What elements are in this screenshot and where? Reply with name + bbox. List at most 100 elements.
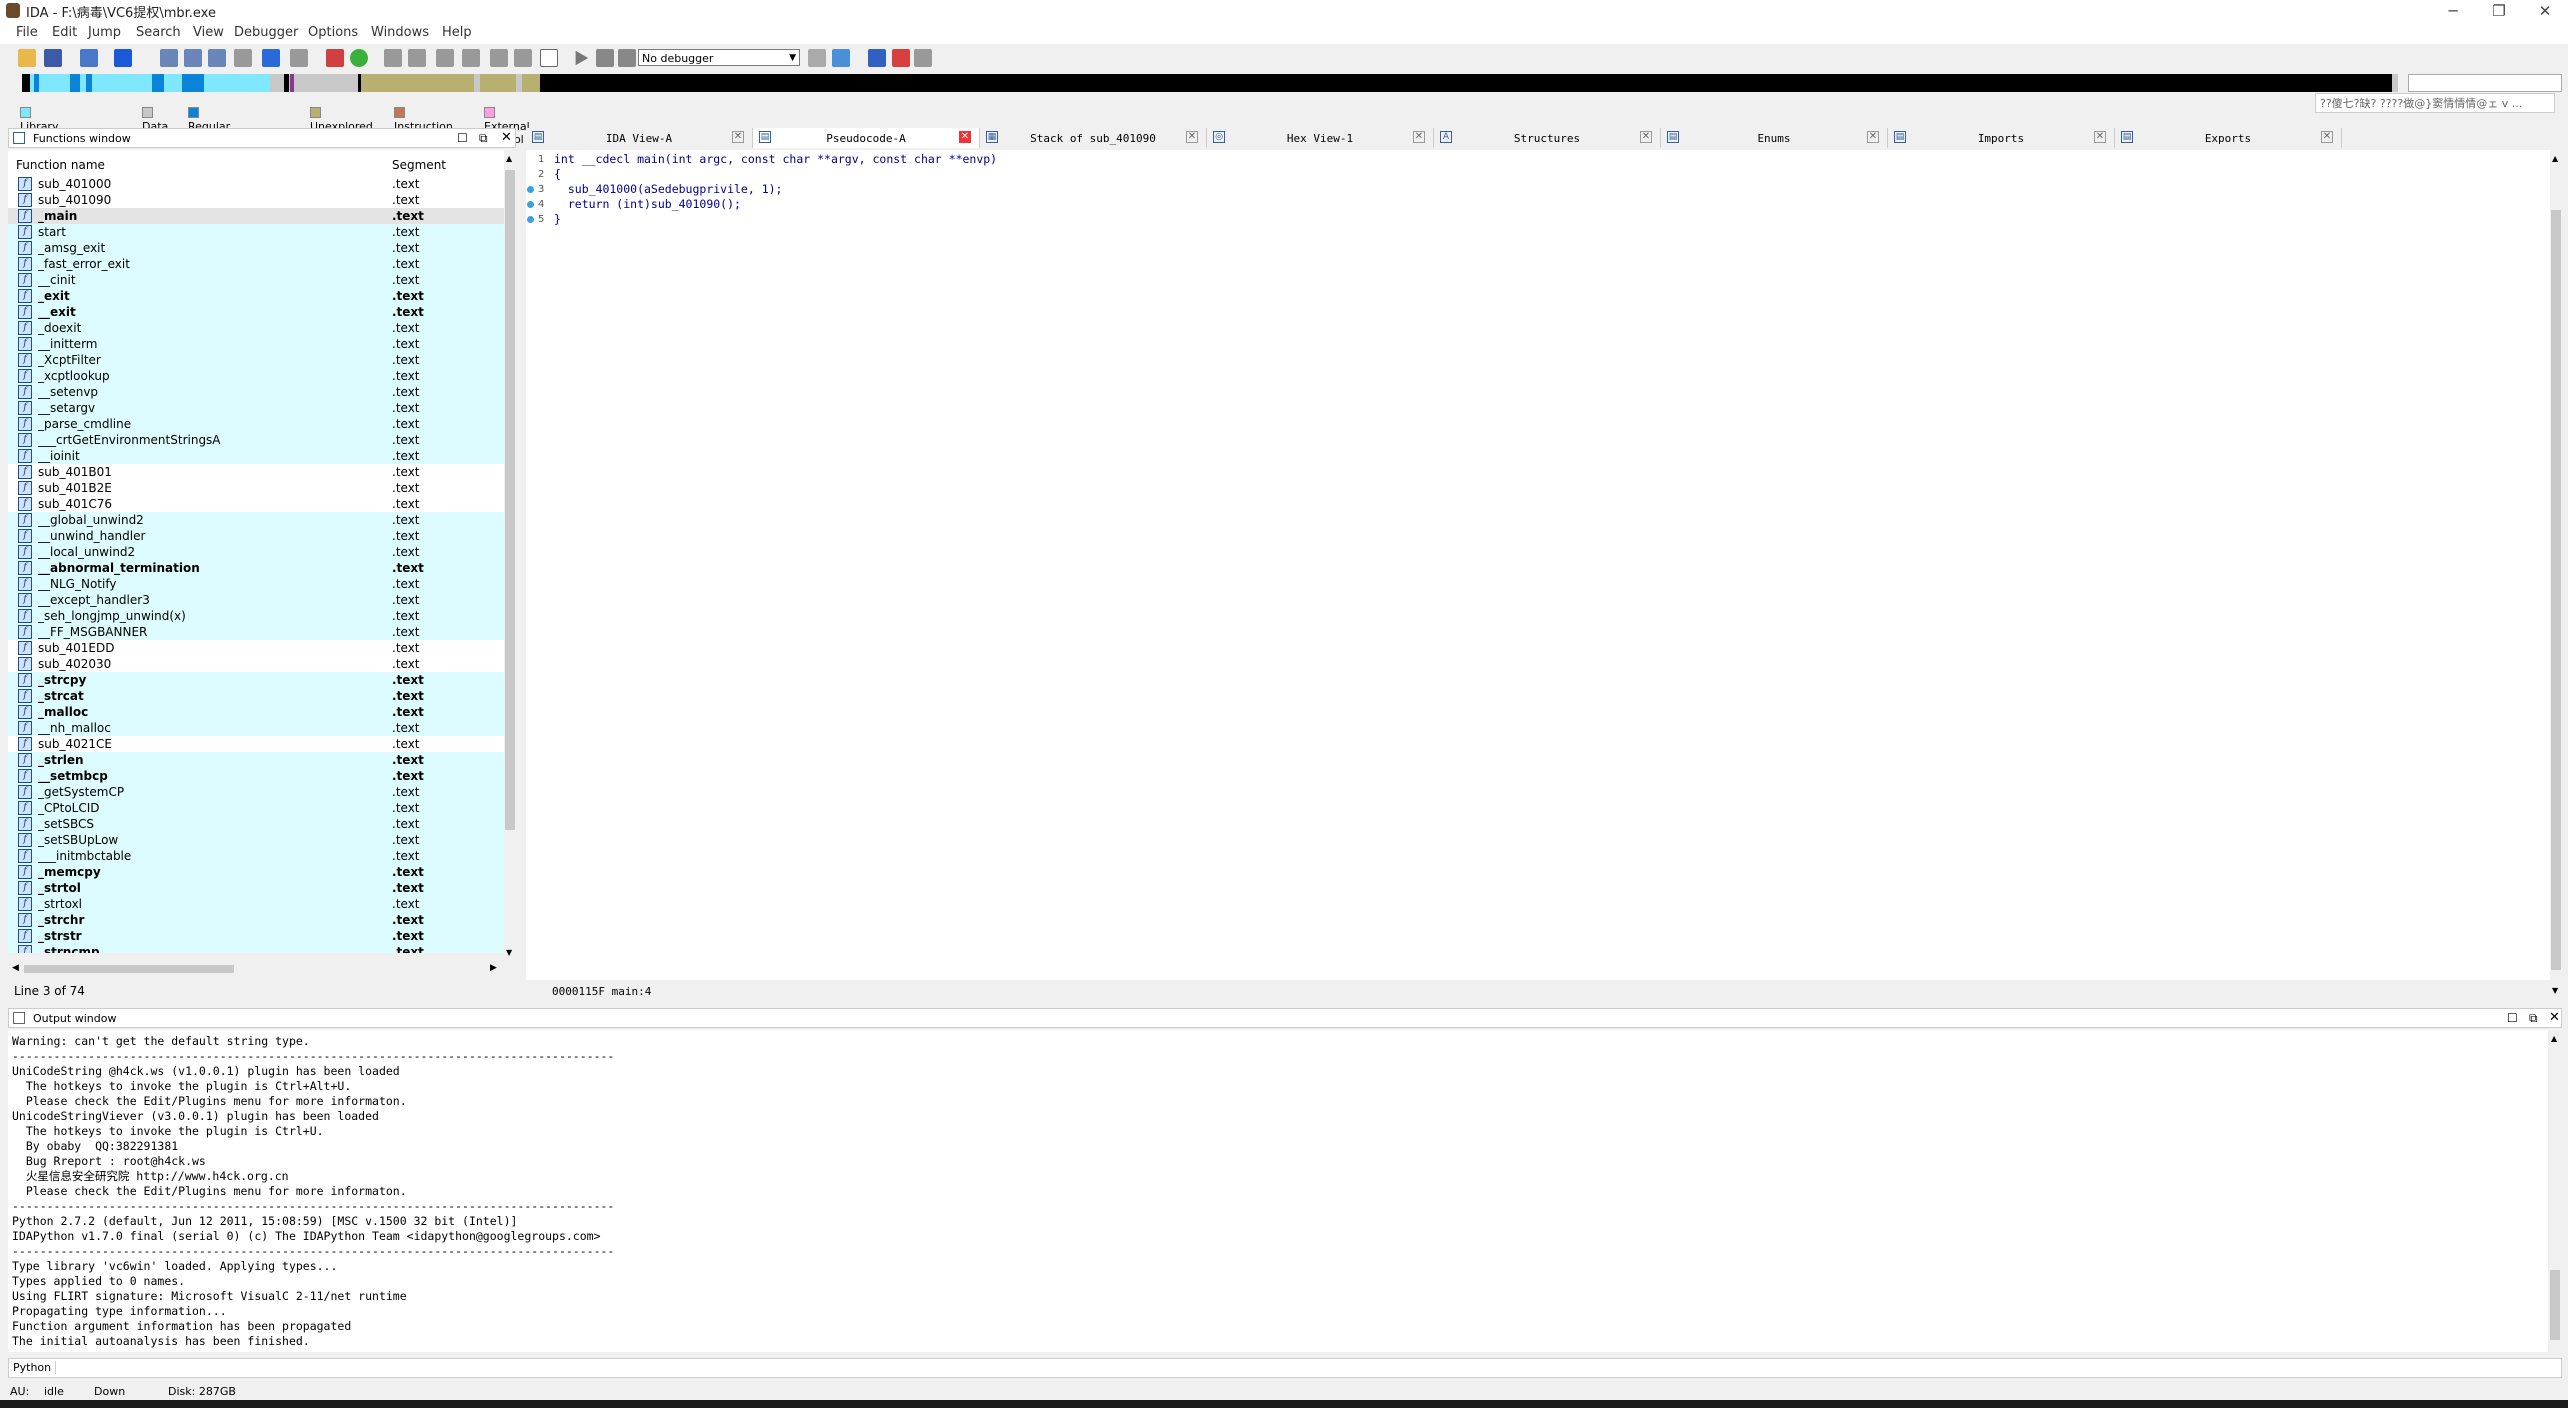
function-row[interactable]: f _strcpy .text xyxy=(8,672,504,688)
forward-icon[interactable] xyxy=(114,49,132,67)
scroll-up-icon[interactable]: ▲ xyxy=(506,154,512,163)
function-row[interactable]: f _exit .text xyxy=(8,288,504,304)
maximize-icon[interactable]: ☐ xyxy=(2507,1011,2518,1025)
function-row[interactable]: f __ioinit .text xyxy=(8,448,504,464)
scroll-left-icon[interactable]: ◀ xyxy=(12,963,19,973)
breakpoint-dot-icon[interactable] xyxy=(527,201,534,208)
scissors-icon[interactable] xyxy=(914,49,932,67)
function-row[interactable]: f _XcptFilter .text xyxy=(8,352,504,368)
function-row[interactable]: f _strtol .text xyxy=(8,880,504,896)
close-icon[interactable]: ✕ xyxy=(2549,1010,2560,1025)
float-icon[interactable]: ⧉ xyxy=(2529,1011,2538,1026)
data-icon[interactable] xyxy=(408,49,426,67)
refresh-icon[interactable] xyxy=(832,49,850,67)
tab-stack-of-sub-401090[interactable]: ▦ Stack of sub_401090 ✕ xyxy=(980,128,1207,148)
tab-close-icon[interactable]: ✕ xyxy=(1186,131,1198,143)
string-icon[interactable] xyxy=(436,49,454,67)
code-line[interactable]: } xyxy=(554,212,561,227)
code-line[interactable]: return (int)sub_401090(); xyxy=(554,197,741,212)
tab-close-icon[interactable]: ✕ xyxy=(1867,131,1879,143)
binary-search-icon[interactable] xyxy=(184,49,202,67)
list-icon[interactable] xyxy=(868,49,886,67)
function-row[interactable]: f _seh_longjmp_unwind(x) .text xyxy=(8,608,504,624)
function-row[interactable]: f _setSBCS .text xyxy=(8,816,504,832)
back-icon[interactable] xyxy=(80,49,98,67)
function-row[interactable]: f ___crtGetEnvironmentStringsA .text xyxy=(8,432,504,448)
search-next-icon[interactable] xyxy=(208,49,226,67)
menu-debugger[interactable]: Debugger xyxy=(234,25,298,40)
pseudocode-scrollbar[interactable]: ▲ ▼ xyxy=(2550,150,2562,1000)
scroll-up-icon[interactable]: ▲ xyxy=(2551,1034,2557,1043)
function-row[interactable]: f start .text xyxy=(8,224,504,240)
menu-edit[interactable]: Edit xyxy=(52,25,77,40)
menu-options[interactable]: Options xyxy=(308,25,358,40)
function-row[interactable]: f __unwind_handler .text xyxy=(8,528,504,544)
function-row[interactable]: f __FF_MSGBANNER .text xyxy=(8,624,504,640)
debugger-select[interactable]: No debugger ▼ xyxy=(638,49,800,66)
open-icon[interactable] xyxy=(18,49,36,67)
function-row[interactable]: f _strncmp .text xyxy=(8,944,504,953)
code-line[interactable]: sub_401000(aSedebugprivile, 1); xyxy=(554,182,783,197)
function-row[interactable]: f _main .text xyxy=(8,208,504,224)
scroll-down-icon[interactable]: ▼ xyxy=(506,948,512,957)
function-row[interactable]: f _fast_error_exit .text xyxy=(8,256,504,272)
maximize-icon[interactable]: ☐ xyxy=(457,131,468,145)
tab-close-icon[interactable]: ✕ xyxy=(959,131,971,143)
function-row[interactable]: f _strchr .text xyxy=(8,912,504,928)
minimize-button[interactable]: ─ xyxy=(2430,0,2476,22)
tab-ida-view-a[interactable]: ▤ IDA View-A ✕ xyxy=(526,128,753,148)
navigation-band[interactable] xyxy=(22,74,2398,92)
scroll-right-icon[interactable]: ▶ xyxy=(490,963,497,973)
tab-exports[interactable]: ▤ Exports ✕ xyxy=(2115,128,2342,148)
scroll-up-icon[interactable]: ▲ xyxy=(2552,154,2558,163)
save-icon[interactable] xyxy=(44,49,62,67)
close-icon[interactable]: ✕ xyxy=(501,130,512,145)
tab-pseudocode-a[interactable]: ▤ Pseudocode-A ✕ xyxy=(753,128,980,148)
function-row[interactable]: f __setenvp .text xyxy=(8,384,504,400)
function-row[interactable]: f __local_unwind2 .text xyxy=(8,544,504,560)
menu-search[interactable]: Search xyxy=(136,25,181,40)
function-row[interactable]: f _doexit .text xyxy=(8,320,504,336)
float-icon[interactable]: ⧉ xyxy=(479,131,488,146)
tab-close-icon[interactable]: ✕ xyxy=(2321,131,2333,143)
start-debug-icon[interactable] xyxy=(575,50,589,66)
functions-horizontal-scrollbar[interactable]: ◀ ▶ xyxy=(8,962,504,976)
debug-tool-icon[interactable] xyxy=(808,49,826,67)
function-row[interactable]: f __nh_malloc .text xyxy=(8,720,504,736)
code-icon[interactable] xyxy=(384,49,402,67)
function-row[interactable]: f __abnormal_termination .text xyxy=(8,560,504,576)
graph-icon[interactable] xyxy=(326,49,344,67)
menu-help[interactable]: Help xyxy=(442,25,472,40)
tab-enums[interactable]: ▤ Enums ✕ xyxy=(1661,128,1888,148)
function-row[interactable]: f _amsg_exit .text xyxy=(8,240,504,256)
array-icon[interactable] xyxy=(462,49,480,67)
scroll-thumb[interactable] xyxy=(2551,210,2561,970)
function-row[interactable]: f sub_401000 .text xyxy=(8,176,504,192)
run-analysis-icon[interactable] xyxy=(350,49,368,67)
function-row[interactable]: f _strlen .text xyxy=(8,752,504,768)
menu-jump[interactable]: Jump xyxy=(88,25,121,40)
python-command-bar[interactable]: Python xyxy=(8,1358,2562,1378)
tab-close-icon[interactable]: ✕ xyxy=(732,131,744,143)
download-icon[interactable] xyxy=(262,49,280,67)
scroll-thumb[interactable] xyxy=(2550,1270,2560,1340)
undefine-icon[interactable] xyxy=(490,49,508,67)
function-row[interactable]: f _malloc .text xyxy=(8,704,504,720)
cancel-icon[interactable] xyxy=(540,49,558,67)
menu-view[interactable]: View xyxy=(193,25,224,40)
function-row[interactable]: f __except_handler3 .text xyxy=(8,592,504,608)
segment-select[interactable] xyxy=(2408,74,2562,92)
menu-windows[interactable]: Windows xyxy=(371,25,429,40)
function-row[interactable]: f __global_unwind2 .text xyxy=(8,512,504,528)
function-row[interactable]: f __setmbcp .text xyxy=(8,768,504,784)
function-row[interactable]: f __setargv .text xyxy=(8,400,504,416)
function-row[interactable]: f sub_401C76 .text xyxy=(8,496,504,512)
function-row[interactable]: f _getSystemCP .text xyxy=(8,784,504,800)
function-row[interactable]: f sub_401B01 .text xyxy=(8,464,504,480)
column-function-name[interactable]: Function name xyxy=(16,158,105,172)
function-row[interactable]: f _setSBUpLow .text xyxy=(8,832,504,848)
add-plugin-icon[interactable] xyxy=(892,49,910,67)
clear-icon[interactable] xyxy=(290,49,308,67)
function-row[interactable]: f __initterm .text xyxy=(8,336,504,352)
close-button[interactable]: ✕ xyxy=(2522,0,2568,22)
